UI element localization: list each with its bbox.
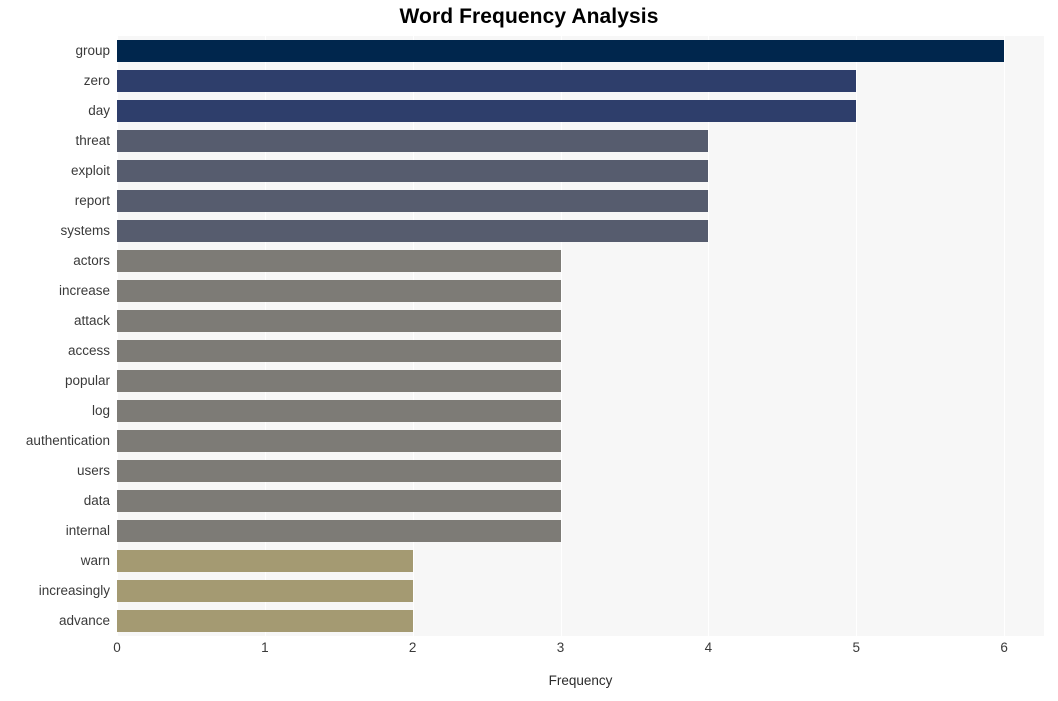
- bar-actors[interactable]: [117, 250, 561, 272]
- bar-report[interactable]: [117, 190, 709, 212]
- y-tick-label-internal: internal: [65, 523, 110, 538]
- bar-log[interactable]: [117, 400, 561, 422]
- x-tick-label-6: 6: [1000, 640, 1008, 655]
- bar-group[interactable]: [117, 40, 1005, 62]
- y-tick-label-increase: increase: [58, 283, 110, 298]
- y-tick-label-attack: attack: [73, 313, 110, 328]
- y-tick-label-day: day: [88, 103, 110, 118]
- bar-data[interactable]: [117, 490, 561, 512]
- y-axis-category-labels: group zero day threat exploit report systems ac…: [0, 36, 110, 636]
- y-tick-label-report: report: [74, 193, 110, 208]
- x-tick-label-0: 0: [113, 640, 121, 655]
- y-tick-label-log: log: [91, 403, 110, 418]
- bar-increase[interactable]: [117, 280, 561, 302]
- y-tick-label-systems: systems: [60, 223, 110, 238]
- x-tick-label-5: 5: [852, 640, 860, 655]
- bar-popular[interactable]: [117, 370, 561, 392]
- y-tick-label-warn: warn: [80, 553, 110, 568]
- y-tick-label-exploit: exploit: [70, 163, 110, 178]
- word-frequency-chart: Word Frequency Analysis group zero day thre…: [0, 0, 1058, 701]
- y-tick-label-advance: advance: [58, 613, 110, 628]
- y-tick-label-users: users: [76, 463, 110, 478]
- bar-internal[interactable]: [117, 520, 561, 542]
- bar-increasingly[interactable]: [117, 580, 413, 602]
- y-tick-label-actors: actors: [73, 253, 110, 268]
- x-tick-label-1: 1: [261, 640, 269, 655]
- x-axis-title: Frequency: [548, 673, 613, 688]
- x-tick-label-2: 2: [408, 640, 417, 655]
- y-tick-label-threat: threat: [75, 133, 110, 148]
- bar-advance[interactable]: [117, 610, 413, 632]
- y-tick-label-zero: zero: [83, 73, 110, 88]
- chart-title: Word Frequency Analysis: [399, 5, 659, 28]
- y-tick-label-popular: popular: [64, 373, 110, 388]
- x-axis-tick-labels: 0 1 2 3 4 5 6: [113, 640, 1044, 664]
- bar-warn[interactable]: [117, 550, 413, 572]
- bar-exploit[interactable]: [117, 160, 709, 182]
- bar-threat[interactable]: [117, 130, 709, 152]
- y-tick-label-group: group: [75, 43, 110, 58]
- bars-layer: [117, 36, 1044, 636]
- x-tick-label-3: 3: [556, 640, 565, 655]
- bar-day[interactable]: [117, 100, 857, 122]
- bar-users[interactable]: [117, 460, 561, 482]
- bar-zero[interactable]: [117, 70, 857, 92]
- bar-access[interactable]: [117, 340, 561, 362]
- x-tick-label-4: 4: [704, 640, 713, 655]
- bar-systems[interactable]: [117, 220, 709, 242]
- y-tick-label-access: access: [67, 343, 110, 358]
- y-tick-label-data: data: [83, 493, 110, 508]
- y-tick-label-authentication: authentication: [25, 433, 110, 448]
- y-tick-label-increasingly: increasingly: [38, 583, 110, 598]
- bar-attack[interactable]: [117, 310, 561, 332]
- bar-authentication[interactable]: [117, 430, 561, 452]
